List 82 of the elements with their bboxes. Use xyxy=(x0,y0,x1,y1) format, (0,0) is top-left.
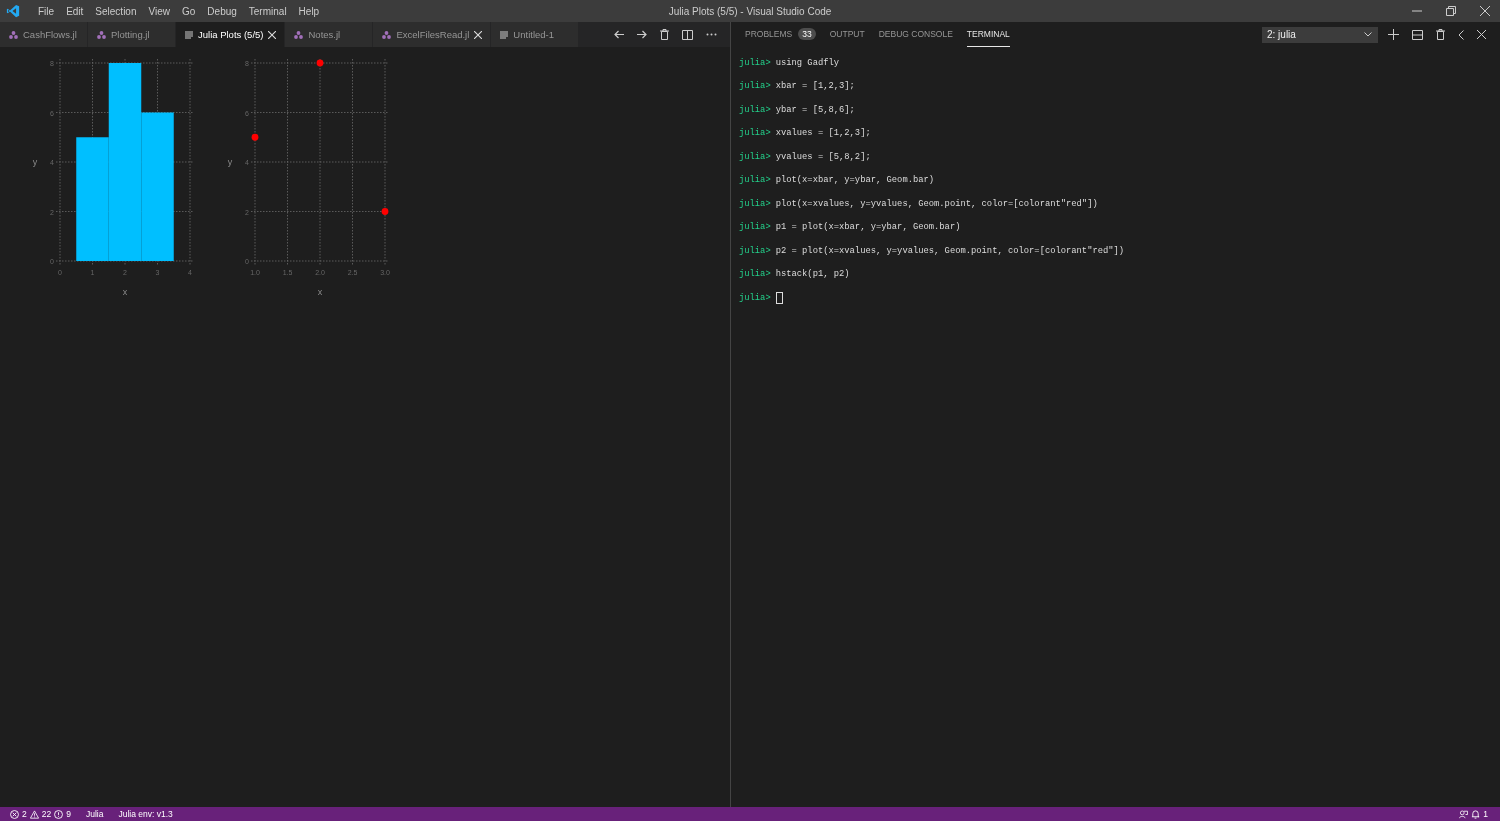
terminal-prompt: julia> xyxy=(739,245,771,256)
axis-label: x xyxy=(317,287,323,297)
status-item[interactable]: Julia env: v1.3 xyxy=(118,809,173,819)
julia-file-icon xyxy=(97,30,106,39)
editor-tab[interactable]: Untitled-1 xyxy=(491,22,580,47)
document-icon xyxy=(500,30,509,39)
window-title: Julia Plots (5/5) - Visual Studio Code xyxy=(668,5,832,17)
terminal-command: xbar = [1,2,3]; xyxy=(775,81,855,92)
split-terminal-icon[interactable] xyxy=(1412,29,1423,40)
plus-icon[interactable] xyxy=(1388,29,1399,40)
terminal-prompt: julia> xyxy=(739,81,771,92)
menu-item[interactable]: File xyxy=(32,5,61,17)
terminal-command: using Gadfly xyxy=(775,57,840,68)
panel-tab[interactable]: OUTPUT xyxy=(829,22,865,47)
data-point xyxy=(316,59,324,67)
terminal-prompt: julia> xyxy=(739,175,771,186)
editor-tab[interactable]: ExcelFilesRead.jl xyxy=(373,22,492,47)
close-icon[interactable] xyxy=(474,30,483,39)
terminal-command: ybar = [5,8,6]; xyxy=(775,104,855,115)
arrow-right-icon[interactable] xyxy=(637,30,647,39)
data-point xyxy=(381,208,389,215)
warning-icon[interactable] xyxy=(29,809,39,819)
trash-icon[interactable] xyxy=(660,29,669,40)
panel-tab[interactable]: DEBUG CONSOLE xyxy=(878,22,953,47)
menu-item[interactable]: Debug xyxy=(201,5,243,17)
close-icon[interactable] xyxy=(268,30,277,39)
app-logo-icon xyxy=(6,4,20,18)
error-icon[interactable] xyxy=(10,809,19,819)
terminal-prompt: julia> xyxy=(739,198,771,209)
feedback-icon[interactable] xyxy=(1459,809,1469,819)
menu-item[interactable]: View xyxy=(142,5,176,17)
terminal-command: p1 = plot(x=xbar, y=ybar, Geom.bar) xyxy=(775,222,961,233)
notification-count[interactable]: 1 xyxy=(1483,809,1488,819)
more-icon[interactable] xyxy=(706,33,717,36)
data-point xyxy=(251,133,259,141)
axis-label: y xyxy=(32,157,38,167)
terminal-prompt: julia> xyxy=(739,222,771,233)
status-item[interactable]: Julia xyxy=(85,809,104,819)
editor-tab[interactable]: Julia Plots (5/5) xyxy=(176,22,286,47)
terminal-command: plot(x=xbar, y=ybar, Geom.bar) xyxy=(775,175,935,186)
terminal-prompt: julia> xyxy=(739,104,771,115)
bell-icon[interactable] xyxy=(1471,809,1481,819)
editor-tab[interactable]: CashFlows.jl xyxy=(0,22,88,47)
panel-tab[interactable]: TERMINAL xyxy=(966,22,1010,47)
panel-tab[interactable]: PROBLEMS 33 xyxy=(745,22,816,47)
julia-file-icon xyxy=(9,30,18,39)
terminal-prompt: julia> xyxy=(739,292,771,303)
count-badge: 33 xyxy=(798,28,816,40)
terminal-prompt: julia> xyxy=(739,128,771,139)
error-count[interactable]: 2 xyxy=(22,809,27,819)
close-icon[interactable] xyxy=(1477,30,1486,39)
terminal-command: p2 = plot(x=xvalues, y=yvalues, Geom.point, color=[colorant"red"]) xyxy=(775,245,1125,256)
julia-file-icon xyxy=(382,30,392,39)
julia-file-icon xyxy=(294,30,304,39)
split-editor-icon[interactable] xyxy=(682,29,693,40)
terminal-command: plot(x=xvalues, y=yvalues, Geom.point, color=[colorant"red"]) xyxy=(775,198,1098,209)
editor-tab[interactable]: Notes.jl xyxy=(285,22,374,47)
menu-item[interactable]: Selection xyxy=(89,5,143,17)
terminal-prompt: julia> xyxy=(739,57,771,68)
axis-label: x xyxy=(122,287,128,297)
editor-tab[interactable]: Plotting.jl xyxy=(88,22,176,47)
menu-item[interactable]: Go xyxy=(176,5,202,17)
arrow-left-icon[interactable] xyxy=(614,30,624,39)
info-count[interactable]: 9 xyxy=(66,809,71,819)
menu-item[interactable]: Edit xyxy=(60,5,90,17)
warning-count[interactable]: 22 xyxy=(41,809,52,819)
close-icon[interactable] xyxy=(1480,6,1490,16)
terminal-prompt: julia> xyxy=(739,269,771,280)
terminal-command: xvalues = [1,2,3]; xyxy=(775,128,871,139)
terminal-prompt: julia> xyxy=(739,151,771,162)
menu-item[interactable]: Terminal xyxy=(242,5,293,17)
menu-item[interactable]: Help xyxy=(292,5,326,17)
trash-icon[interactable] xyxy=(1436,29,1445,40)
restore-icon[interactable] xyxy=(1446,6,1456,16)
document-icon xyxy=(185,30,193,39)
terminal-dropdown[interactable]: 2: julia xyxy=(1262,26,1378,43)
chevron-left-icon[interactable] xyxy=(1458,29,1464,40)
chevron-down-icon xyxy=(1364,32,1372,37)
axis-label: y xyxy=(227,157,233,167)
terminal-command: yvalues = [5,8,2]; xyxy=(775,151,871,162)
terminal-command: hstack(p1, p2) xyxy=(775,269,850,280)
info-icon[interactable] xyxy=(54,809,64,819)
